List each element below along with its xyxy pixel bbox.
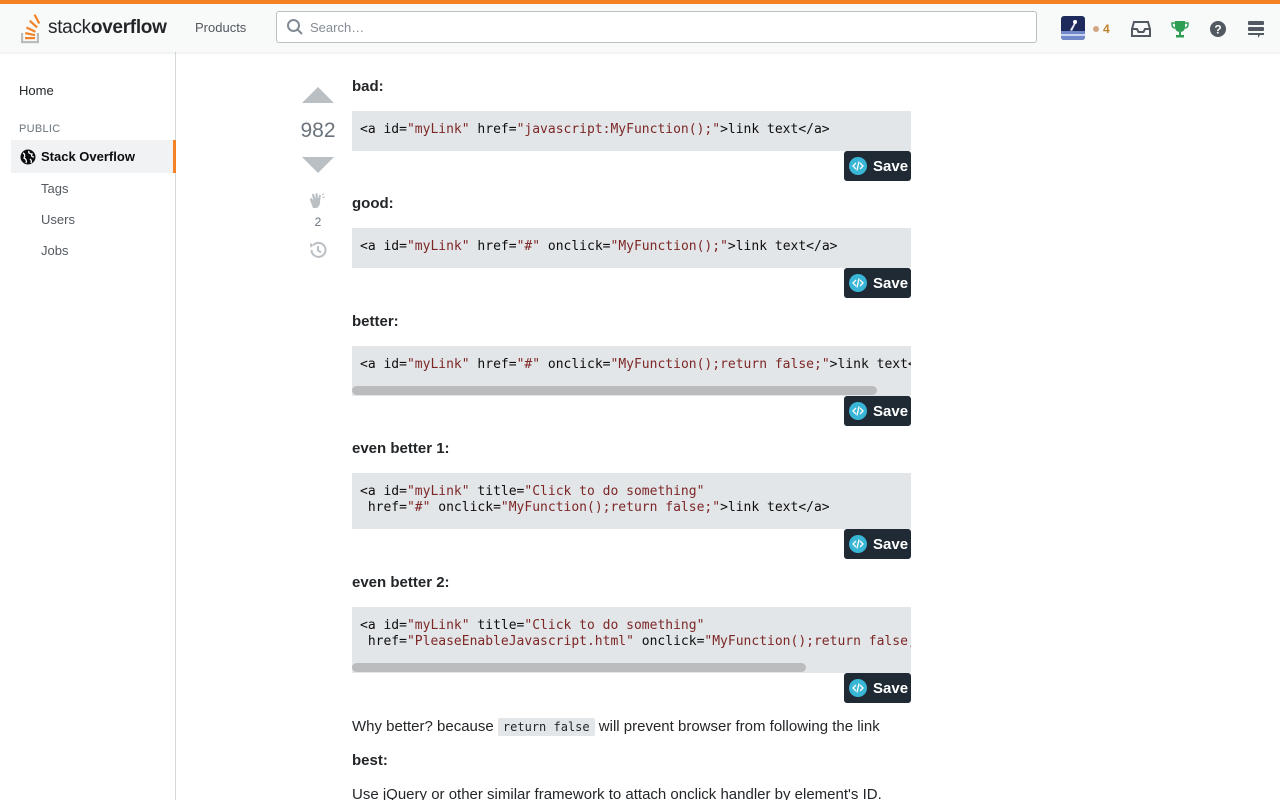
section-label-even-better-1: even better 1:: [352, 440, 450, 457]
code-token: onclick=: [540, 239, 611, 254]
code-string: "myLink": [406, 618, 470, 633]
code-token: onclick=: [430, 500, 501, 515]
section-label-even-better-2: even better 2:: [352, 574, 450, 591]
code-token: <a id=: [360, 357, 407, 372]
reputation-badge[interactable]: 4: [1093, 22, 1110, 36]
clap-icon[interactable]: [307, 192, 329, 210]
save-button-label: Save: [873, 679, 909, 697]
code-string: "#": [516, 357, 541, 372]
sidebar-item-home[interactable]: Home: [19, 83, 54, 98]
site-switcher-icon[interactable]: [1245, 18, 1267, 40]
code-scrollbar[interactable]: [352, 386, 877, 395]
code-string: "#": [406, 500, 431, 515]
code-block: <a id="myLink" title="Click to do someth…: [352, 473, 911, 529]
save-button[interactable]: Save: [844, 673, 911, 703]
code-token: onclick=: [633, 634, 705, 649]
bronze-dot-icon: [1093, 26, 1099, 32]
save-button[interactable]: Save: [844, 529, 911, 559]
code-block: <a id="myLink" href="#" onclick="MyFunct…: [352, 228, 911, 268]
code-string: "myLink": [406, 357, 470, 372]
code-token: href=: [360, 500, 407, 515]
code-icon: [849, 157, 867, 175]
code-string: "PleaseEnableJavascript.html": [406, 634, 634, 649]
vote-count: 982: [300, 119, 336, 142]
products-menu[interactable]: Products: [183, 12, 258, 42]
code-token: href=: [469, 122, 517, 137]
code-string: "MyFunction();": [610, 239, 728, 254]
svg-text:?: ?: [1214, 23, 1221, 37]
history-icon[interactable]: [307, 239, 329, 261]
stackoverflow-logo[interactable]: stackoverflow: [18, 10, 167, 46]
code-string: "javascript:MyFunction();": [516, 122, 721, 137]
code-token: title=: [469, 484, 525, 499]
globe-icon: [20, 149, 36, 164]
achievements-icon[interactable]: [1169, 18, 1191, 40]
sidebar-item-users[interactable]: Users: [41, 212, 75, 227]
inbox-icon[interactable]: [1130, 18, 1152, 40]
section-label-good: good:: [352, 195, 394, 212]
save-button[interactable]: Save: [844, 268, 911, 298]
code-token: href=: [360, 634, 407, 649]
sidebar-section-public: PUBLIC: [19, 123, 61, 135]
search-icon: [287, 19, 303, 35]
code-block: <a id="myLink" href="javascript:MyFuncti…: [352, 111, 911, 151]
search-box[interactable]: [276, 11, 1037, 43]
code-token: <a id=: [360, 484, 407, 499]
code-token: title=: [469, 618, 525, 633]
help-icon[interactable]: ?: [1207, 18, 1229, 40]
sidebar-item-tags[interactable]: Tags: [41, 181, 68, 196]
sidebar-item-label: Stack Overflow: [41, 149, 135, 164]
best-paragraph: Use jQuery or other similar framework to…: [352, 786, 882, 800]
code-string: "#": [516, 239, 541, 254]
clap-count: 2: [314, 215, 322, 229]
code-token: >link text</a>: [829, 357, 911, 372]
code-token: href=: [469, 239, 517, 254]
code-icon: [849, 679, 867, 697]
upvote-button[interactable]: [302, 87, 334, 103]
user-avatar[interactable]: [1061, 16, 1085, 40]
code-string: "myLink": [406, 484, 470, 499]
code-icon: [849, 535, 867, 553]
code-string: "MyFunction();return false;": [704, 634, 911, 649]
inline-code: return false: [497, 718, 595, 736]
code-string: "MyFunction();return false;": [500, 500, 721, 515]
code-token: >link text</a>: [720, 122, 830, 137]
save-button-label: Save: [873, 402, 909, 420]
save-button[interactable]: Save: [844, 151, 911, 181]
stack-logo-icon: [21, 14, 41, 44]
code-token: >link text</a>: [727, 239, 838, 254]
code-string: "Click to do something": [524, 484, 705, 499]
sidebar-item-jobs[interactable]: Jobs: [41, 243, 68, 258]
section-label-bad: bad:: [352, 78, 384, 95]
code-token: <a id=: [360, 122, 407, 137]
section-label-better: better:: [352, 313, 399, 330]
code-string: "myLink": [406, 239, 470, 254]
save-button-label: Save: [873, 535, 909, 553]
why-better-paragraph: Why better? because return false will pr…: [352, 718, 880, 736]
save-button-label: Save: [873, 157, 909, 175]
code-token: <a id=: [360, 239, 407, 254]
code-string: "myLink": [406, 122, 470, 137]
code-icon: [849, 274, 867, 292]
code-token: >link text</a>: [720, 500, 830, 515]
code-string: "MyFunction();return false;": [610, 357, 830, 372]
save-button-label: Save: [873, 274, 909, 292]
downvote-button[interactable]: [302, 157, 334, 173]
search-input[interactable]: [310, 19, 1010, 35]
code-icon: [849, 402, 867, 420]
code-token: href=: [469, 357, 517, 372]
sidebar-item-stack-overflow[interactable]: Stack Overflow: [11, 140, 176, 173]
code-scrollbar[interactable]: [352, 663, 806, 672]
code-token: onclick=: [540, 357, 611, 372]
code-token: <a id=: [360, 618, 407, 633]
top-bar: stackoverflow Products 4: [0, 0, 1280, 52]
left-sidebar: Home PUBLIC Stack Overflow Tags Users Jo…: [0, 52, 176, 800]
logo-text: stackoverflow: [48, 17, 167, 38]
section-label-best: best:: [352, 752, 388, 769]
code-string: "Click to do something": [524, 618, 705, 633]
save-button[interactable]: Save: [844, 396, 911, 426]
